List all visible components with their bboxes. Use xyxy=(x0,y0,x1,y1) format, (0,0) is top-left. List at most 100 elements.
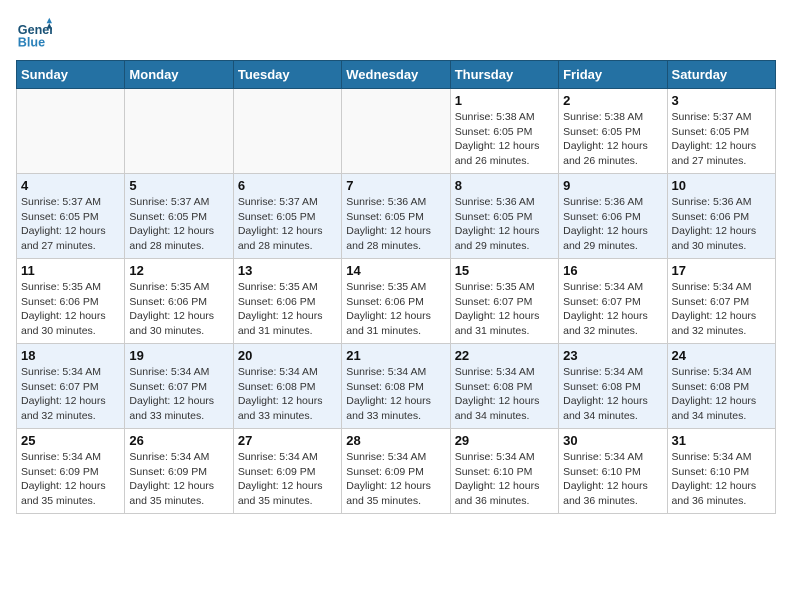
day-number: 11 xyxy=(21,263,120,278)
day-number: 16 xyxy=(563,263,662,278)
day-number: 19 xyxy=(129,348,228,363)
day-info: Sunrise: 5:34 AM Sunset: 6:07 PM Dayligh… xyxy=(563,280,662,339)
day-of-week-header: Wednesday xyxy=(342,61,450,89)
svg-text:Blue: Blue xyxy=(18,36,45,50)
day-info: Sunrise: 5:37 AM Sunset: 6:05 PM Dayligh… xyxy=(129,195,228,254)
day-number: 21 xyxy=(346,348,445,363)
calendar-cell: 21Sunrise: 5:34 AM Sunset: 6:08 PM Dayli… xyxy=(342,344,450,429)
day-info: Sunrise: 5:38 AM Sunset: 6:05 PM Dayligh… xyxy=(455,110,554,169)
day-info: Sunrise: 5:34 AM Sunset: 6:08 PM Dayligh… xyxy=(672,365,771,424)
calendar-cell: 22Sunrise: 5:34 AM Sunset: 6:08 PM Dayli… xyxy=(450,344,558,429)
day-info: Sunrise: 5:38 AM Sunset: 6:05 PM Dayligh… xyxy=(563,110,662,169)
calendar-header-row: SundayMondayTuesdayWednesdayThursdayFrid… xyxy=(17,61,776,89)
calendar-cell: 6 Sunrise: 5:37 AM Sunset: 6:05 PM Daylig… xyxy=(233,174,341,259)
calendar-cell: 28 Sunrise: 5:34 AM Sunset: 6:09 PM Dayli… xyxy=(342,429,450,514)
logo: General Blue xyxy=(16,16,56,52)
day-info: Sunrise: 5:35 AM Sunset: 6:06 PM Dayligh… xyxy=(346,280,445,339)
calendar-cell: 12 Sunrise: 5:35 AM Sunset: 6:06 PM Dayli… xyxy=(125,259,233,344)
day-of-week-header: Thursday xyxy=(450,61,558,89)
calendar-cell: 25 Sunrise: 5:34 AM Sunset: 6:09 PM Dayli… xyxy=(17,429,125,514)
calendar-cell xyxy=(342,89,450,174)
day-info: Sunrise: 5:37 AM Sunset: 6:05 PM Dayligh… xyxy=(21,195,120,254)
calendar-cell: 18 Sunrise: 5:34 AM Sunset: 6:07 PM Dayli… xyxy=(17,344,125,429)
calendar-cell: 5 Sunrise: 5:37 AM Sunset: 6:05 PM Daylig… xyxy=(125,174,233,259)
calendar-cell: 23 Sunrise: 5:34 AM Sunset: 6:08 PM Dayli… xyxy=(559,344,667,429)
day-number: 5 xyxy=(129,178,228,193)
day-info: Sunrise: 5:34 AM Sunset: 6:08 PM Dayligh… xyxy=(238,365,337,424)
day-number: 1 xyxy=(455,93,554,108)
day-info: Sunrise: 5:34 AM Sunset: 6:07 PM Dayligh… xyxy=(129,365,228,424)
day-info: Sunrise: 5:34 AM Sunset: 6:08 PM Dayligh… xyxy=(455,365,554,424)
calendar-cell: 27 Sunrise: 5:34 AM Sunset: 6:09 PM Dayli… xyxy=(233,429,341,514)
calendar-cell: 19 Sunrise: 5:34 AM Sunset: 6:07 PM Dayli… xyxy=(125,344,233,429)
day-info: Sunrise: 5:36 AM Sunset: 6:05 PM Dayligh… xyxy=(455,195,554,254)
calendar-cell: 4 Sunrise: 5:37 AM Sunset: 6:05 PM Daylig… xyxy=(17,174,125,259)
day-number: 26 xyxy=(129,433,228,448)
day-number: 25 xyxy=(21,433,120,448)
day-info: Sunrise: 5:34 AM Sunset: 6:09 PM Dayligh… xyxy=(21,450,120,509)
calendar-cell: 13 Sunrise: 5:35 AM Sunset: 6:06 PM Dayli… xyxy=(233,259,341,344)
calendar-cell: 16 Sunrise: 5:34 AM Sunset: 6:07 PM Dayli… xyxy=(559,259,667,344)
day-info: Sunrise: 5:34 AM Sunset: 6:10 PM Dayligh… xyxy=(563,450,662,509)
day-number: 23 xyxy=(563,348,662,363)
calendar-cell: 11Sunrise: 5:35 AM Sunset: 6:06 PM Dayli… xyxy=(17,259,125,344)
calendar-cell xyxy=(125,89,233,174)
day-number: 14 xyxy=(346,263,445,278)
calendar-cell: 1 Sunrise: 5:38 AM Sunset: 6:05 PM Daylig… xyxy=(450,89,558,174)
calendar-cell xyxy=(233,89,341,174)
day-info: Sunrise: 5:37 AM Sunset: 6:05 PM Dayligh… xyxy=(238,195,337,254)
calendar-cell: 30Sunrise: 5:34 AM Sunset: 6:10 PM Dayli… xyxy=(559,429,667,514)
day-number: 6 xyxy=(238,178,337,193)
day-info: Sunrise: 5:36 AM Sunset: 6:06 PM Dayligh… xyxy=(672,195,771,254)
day-info: Sunrise: 5:34 AM Sunset: 6:09 PM Dayligh… xyxy=(129,450,228,509)
day-info: Sunrise: 5:34 AM Sunset: 6:10 PM Dayligh… xyxy=(672,450,771,509)
day-of-week-header: Sunday xyxy=(17,61,125,89)
day-number: 2 xyxy=(563,93,662,108)
calendar-cell: 10 Sunrise: 5:36 AM Sunset: 6:06 PM Dayli… xyxy=(667,174,775,259)
day-info: Sunrise: 5:34 AM Sunset: 6:07 PM Dayligh… xyxy=(21,365,120,424)
day-info: Sunrise: 5:34 AM Sunset: 6:07 PM Dayligh… xyxy=(672,280,771,339)
calendar-cell: 14 Sunrise: 5:35 AM Sunset: 6:06 PM Dayli… xyxy=(342,259,450,344)
day-number: 18 xyxy=(21,348,120,363)
day-info: Sunrise: 5:35 AM Sunset: 6:06 PM Dayligh… xyxy=(238,280,337,339)
day-number: 10 xyxy=(672,178,771,193)
day-info: Sunrise: 5:34 AM Sunset: 6:08 PM Dayligh… xyxy=(563,365,662,424)
day-number: 20 xyxy=(238,348,337,363)
day-number: 31 xyxy=(672,433,771,448)
day-info: Sunrise: 5:34 AM Sunset: 6:09 PM Dayligh… xyxy=(238,450,337,509)
day-number: 24 xyxy=(672,348,771,363)
calendar-week-row: 1 Sunrise: 5:38 AM Sunset: 6:05 PM Daylig… xyxy=(17,89,776,174)
day-of-week-header: Tuesday xyxy=(233,61,341,89)
day-info: Sunrise: 5:34 AM Sunset: 6:10 PM Dayligh… xyxy=(455,450,554,509)
day-number: 28 xyxy=(346,433,445,448)
calendar-week-row: 11 Sunrise: 5:35 AM Sunset: 6:06 PM Dayli… xyxy=(17,259,776,344)
day-info: Sunrise: 5:35 AM Sunset: 6:07 PM Dayligh… xyxy=(455,280,554,339)
calendar-cell: 9Sunrise: 5:36 AM Sunset: 6:06 PM Daylig… xyxy=(559,174,667,259)
page-header: General Blue xyxy=(16,16,776,52)
day-of-week-header: Friday xyxy=(559,61,667,89)
calendar-week-row: 4 Sunrise: 5:37 AM Sunset: 6:05 PM Daylig… xyxy=(17,174,776,259)
day-number: 9 xyxy=(563,178,662,193)
calendar-week-row: 18 Sunrise: 5:34 AM Sunset: 6:07 PM Dayli… xyxy=(17,344,776,429)
day-number: 27 xyxy=(238,433,337,448)
calendar-cell: 17 Sunrise: 5:34 AM Sunset: 6:07 PM Dayli… xyxy=(667,259,775,344)
day-of-week-header: Saturday xyxy=(667,61,775,89)
day-info: Sunrise: 5:34 AM Sunset: 6:09 PM Dayligh… xyxy=(346,450,445,509)
day-info: Sunrise: 5:36 AM Sunset: 6:05 PM Dayligh… xyxy=(346,195,445,254)
day-info: Sunrise: 5:35 AM Sunset: 6:06 PM Dayligh… xyxy=(129,280,228,339)
calendar-cell: 31 Sunrise: 5:34 AM Sunset: 6:10 PM Dayli… xyxy=(667,429,775,514)
day-number: 4 xyxy=(21,178,120,193)
calendar-cell: 3Sunrise: 5:37 AM Sunset: 6:05 PM Daylig… xyxy=(667,89,775,174)
calendar-cell: 26 Sunrise: 5:34 AM Sunset: 6:09 PM Dayli… xyxy=(125,429,233,514)
calendar-table: SundayMondayTuesdayWednesdayThursdayFrid… xyxy=(16,60,776,514)
calendar-cell: 8 Sunrise: 5:36 AM Sunset: 6:05 PM Daylig… xyxy=(450,174,558,259)
day-number: 8 xyxy=(455,178,554,193)
day-number: 17 xyxy=(672,263,771,278)
day-info: Sunrise: 5:37 AM Sunset: 6:05 PM Dayligh… xyxy=(672,110,771,169)
calendar-cell xyxy=(17,89,125,174)
calendar-cell: 7Sunrise: 5:36 AM Sunset: 6:05 PM Daylig… xyxy=(342,174,450,259)
day-of-week-header: Monday xyxy=(125,61,233,89)
calendar-cell: 20 Sunrise: 5:34 AM Sunset: 6:08 PM Dayli… xyxy=(233,344,341,429)
day-number: 13 xyxy=(238,263,337,278)
day-number: 12 xyxy=(129,263,228,278)
